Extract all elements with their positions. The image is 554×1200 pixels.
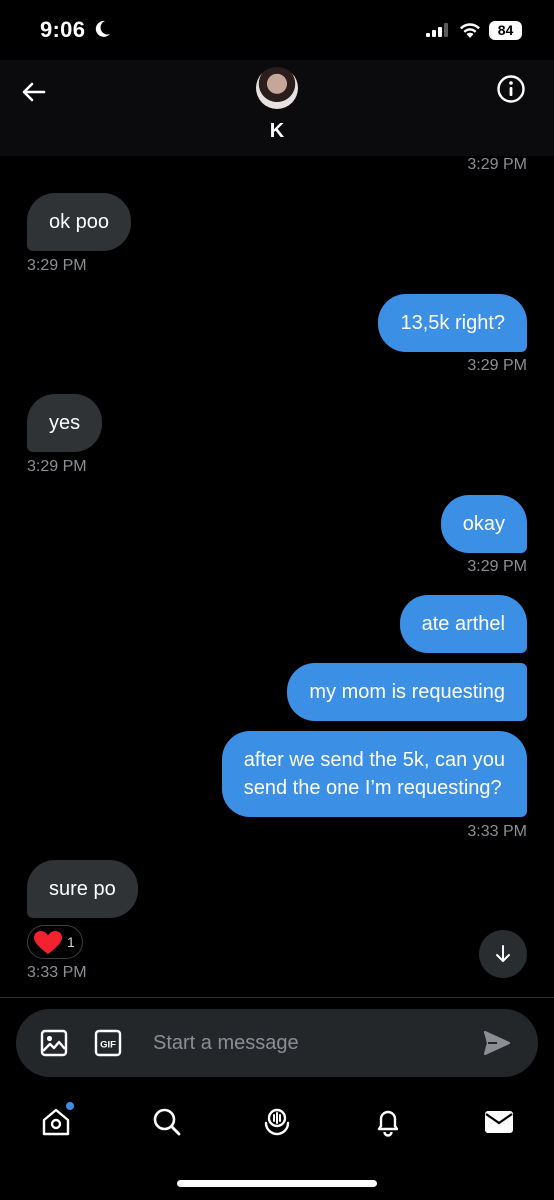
- message-timestamp: 3:29 PM: [27, 257, 87, 274]
- wifi-icon: [460, 23, 480, 38]
- nav-home[interactable]: [32, 1098, 80, 1146]
- divider: [0, 997, 554, 998]
- outgoing-message[interactable]: ate arthel: [399, 595, 527, 653]
- search-icon: [153, 1108, 181, 1136]
- outgoing-message[interactable]: my mom is requesting: [287, 663, 527, 721]
- nav-spaces[interactable]: [253, 1098, 301, 1146]
- home-icon: [42, 1108, 70, 1136]
- message-timestamp: 3:29 PM: [467, 357, 527, 374]
- nav-search[interactable]: [143, 1098, 191, 1146]
- gif-label: GIF: [100, 1040, 116, 1051]
- arrow-down-icon: [496, 945, 510, 962]
- message-line: send the one I’m requesting?: [243, 777, 502, 799]
- messages-icon: [485, 1111, 513, 1133]
- nav-messages[interactable]: [475, 1098, 523, 1146]
- message-timestamp: 3:33 PM: [467, 823, 527, 840]
- bottom-navigation: [0, 1098, 554, 1148]
- home-indicator[interactable]: [177, 1180, 377, 1187]
- message-line: after we send the 5k, can you: [243, 749, 505, 771]
- contact-avatar[interactable]: [256, 67, 298, 109]
- message-list[interactable]: 3:29 PM ok poo 3:29 PM 13,5k right? 3:29…: [0, 156, 554, 996]
- image-icon[interactable]: [40, 1029, 68, 1057]
- status-time: 9:06: [40, 17, 86, 42]
- message-timestamp: 3:33 PM: [27, 964, 87, 981]
- reaction-count: 1: [67, 934, 75, 950]
- moon-icon: [95, 20, 110, 37]
- spaces-icon: [264, 1108, 290, 1136]
- battery-indicator: 84: [489, 21, 522, 40]
- nav-notifications[interactable]: [364, 1098, 412, 1146]
- scroll-to-bottom-button[interactable]: [479, 930, 527, 978]
- outgoing-message[interactable]: 13,5k right?: [378, 294, 527, 352]
- contact-name[interactable]: K: [0, 120, 554, 143]
- outgoing-message[interactable]: okay: [440, 495, 527, 553]
- send-icon[interactable]: [484, 1031, 510, 1055]
- heart-icon: [34, 931, 62, 954]
- message-composer: GIF: [16, 1009, 538, 1077]
- gif-icon[interactable]: GIF: [94, 1029, 122, 1057]
- message-timestamp: 3:29 PM: [27, 458, 87, 475]
- back-arrow-icon[interactable]: [18, 76, 50, 108]
- notification-dot: [66, 1102, 74, 1110]
- message-timestamp: 3:29 PM: [467, 156, 527, 173]
- message-input[interactable]: [153, 1029, 453, 1057]
- outgoing-message[interactable]: after we send the 5k, can you send the o…: [221, 731, 527, 817]
- incoming-message[interactable]: sure po: [27, 860, 138, 918]
- status-bar: 9:06 84: [0, 0, 554, 60]
- notifications-icon: [377, 1110, 399, 1137]
- info-icon[interactable]: [496, 74, 526, 104]
- incoming-message[interactable]: yes: [27, 394, 103, 452]
- message-timestamp: 3:29 PM: [467, 558, 527, 575]
- signal-icon: [426, 23, 448, 37]
- reaction-badge[interactable]: 1: [27, 925, 83, 959]
- conversation-header: K: [0, 60, 554, 156]
- incoming-message[interactable]: ok poo: [27, 193, 132, 251]
